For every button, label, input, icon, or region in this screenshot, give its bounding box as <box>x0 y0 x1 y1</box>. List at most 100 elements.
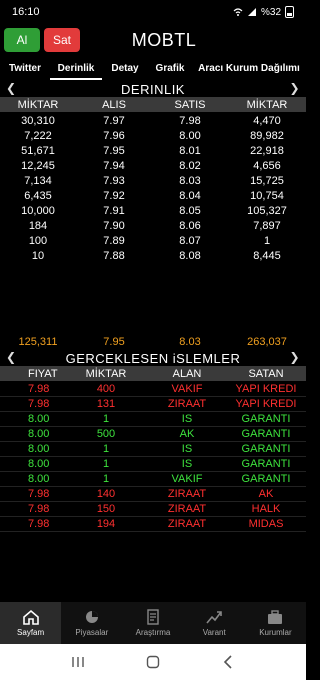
chevron-left-icon[interactable]: ❮ <box>6 81 17 95</box>
depth-row: 7,134 7.93 8.03 15,725 <box>0 173 306 188</box>
depth-cell-bid-price: 7.92 <box>103 189 125 202</box>
depth-cell-bid-qty: 100 <box>28 234 48 247</box>
depth-cell-ask-qty: 1 <box>263 234 271 247</box>
depth-col-bid: ALIS <box>102 98 126 111</box>
system-navigation-bar <box>0 644 306 680</box>
depth-table: 30,310 7.97 7.98 4,470 7,222 7.96 8.00 89,982 51… <box>0 113 306 263</box>
depth-cell-bid-qty: 30,310 <box>21 114 55 127</box>
trade-cell-buyer: VAKIF <box>171 383 203 395</box>
trade-cell-qty: 140 <box>96 488 116 500</box>
battery-text: %32 <box>260 6 281 18</box>
header: Al Sat MOBTL <box>0 26 306 58</box>
nav-piyasalar[interactable]: Piyasalar <box>61 602 122 644</box>
depth-row: 184 7.90 8.06 7,897 <box>0 218 306 233</box>
trade-cell-price: 8.00 <box>28 473 50 485</box>
chevron-right-icon[interactable]: ❯ <box>289 350 300 364</box>
tab-derinlik[interactable]: Derinlik <box>50 60 102 80</box>
depth-cell-ask-price: 8.04 <box>179 189 201 202</box>
depth-cell-ask-qty: 105,327 <box>247 204 287 217</box>
depth-row: 6,435 7.92 8.04 10,754 <box>0 188 306 203</box>
trade-cell-price: 8.00 <box>28 413 50 425</box>
depth-cell-bid-qty: 10 <box>31 249 45 262</box>
home-system-button[interactable] <box>143 654 163 670</box>
trade-cell-qty: 400 <box>96 383 116 395</box>
trade-cell-buyer: ZIRAAT <box>167 518 207 530</box>
trade-cell-seller: GARANTI <box>241 458 291 470</box>
document-icon <box>147 609 159 625</box>
trade-row: 8.00 1 IS GARANTI <box>0 457 306 472</box>
depth-row: 30,310 7.97 7.98 4,470 <box>0 113 306 128</box>
bottom-nav: Sayfam Piyasalar Araştırma Varant Kuruml… <box>0 602 306 644</box>
depth-cell-ask-price: 8.08 <box>179 249 201 262</box>
nav-kurumlar[interactable]: Kurumlar <box>245 602 306 644</box>
depth-section-header: ❮ DERINLIK ❯ <box>0 81 306 97</box>
recent-apps-button[interactable] <box>68 654 88 670</box>
depth-cell-ask-qty: 22,918 <box>250 144 284 157</box>
chevron-right-icon[interactable]: ❯ <box>289 81 300 95</box>
battery-icon <box>285 6 294 18</box>
depth-cell-ask-qty: 10,754 <box>250 189 284 202</box>
depth-col-ask: SATIS <box>174 98 206 111</box>
depth-cell-bid-qty: 12,245 <box>21 159 55 172</box>
chevron-left-icon[interactable]: ❮ <box>6 350 17 364</box>
total-bid-qty: 125,311 <box>18 335 58 348</box>
signal-icon <box>247 8 256 16</box>
trades-col-price: FIYAT <box>28 367 58 380</box>
tab-bar: Twitter Derinlik Detay Grafik Aracı Kuru… <box>0 60 306 80</box>
depth-row: 51,671 7.95 8.01 22,918 <box>0 143 306 158</box>
trades-table: 7.98 400 VAKIF YAPI KREDI 7.98 131 ZIRAAT YAPI … <box>0 382 306 532</box>
tab-grafik[interactable]: Grafik <box>148 60 192 80</box>
depth-cell-ask-qty: 8,445 <box>253 249 281 262</box>
depth-cell-ask-qty: 89,982 <box>250 129 284 142</box>
depth-cell-ask-price: 8.00 <box>179 129 201 142</box>
depth-cell-ask-price: 8.07 <box>179 234 201 247</box>
depth-cell-bid-price: 7.96 <box>103 129 125 142</box>
depth-cell-ask-qty: 4,470 <box>253 114 281 127</box>
depth-row: 10,000 7.91 8.05 105,327 <box>0 203 306 218</box>
nav-sayfam[interactable]: Sayfam <box>0 602 62 644</box>
nav-varant[interactable]: Varant <box>184 602 245 644</box>
trade-row: 7.98 400 VAKIF YAPI KREDI <box>0 382 306 397</box>
status-time: 16:10 <box>12 6 40 18</box>
wifi-icon <box>233 8 243 16</box>
tab-araci-kurum[interactable]: Aracı Kurum Dağılımı <box>192 60 306 80</box>
depth-cell-bid-price: 7.89 <box>103 234 125 247</box>
depth-cell-bid-price: 7.95 <box>103 144 125 157</box>
trade-cell-buyer: IS <box>181 458 193 470</box>
status-icons: %32 <box>233 6 294 18</box>
home-circle-icon <box>146 655 160 669</box>
depth-row: 7,222 7.96 8.00 89,982 <box>0 128 306 143</box>
status-bar: 16:10 %32 <box>0 0 306 24</box>
trade-row: 7.98 194 ZIRAAT MIDAS <box>0 517 306 532</box>
trade-row: 8.00 1 IS GARANTI <box>0 412 306 427</box>
trade-row: 8.00 500 AK GARANTI <box>0 427 306 442</box>
trade-cell-price: 7.98 <box>28 503 50 515</box>
trade-cell-seller: YAPI KREDI <box>235 398 297 410</box>
depth-row: 12,245 7.94 8.02 4,656 <box>0 158 306 173</box>
depth-cell-bid-price: 7.97 <box>103 114 125 127</box>
depth-cell-ask-price: 8.03 <box>179 174 201 187</box>
depth-cell-ask-price: 7.98 <box>179 114 201 127</box>
trade-cell-seller: AK <box>258 488 274 500</box>
trade-cell-qty: 150 <box>96 503 116 515</box>
trade-cell-price: 7.98 <box>28 488 50 500</box>
nav-arastirma[interactable]: Araştırma <box>122 602 183 644</box>
trade-cell-price: 8.00 <box>28 428 50 440</box>
depth-column-headers: MİKTAR ALIS SATIS MİKTAR <box>0 97 306 112</box>
back-button[interactable] <box>218 654 238 670</box>
depth-cell-ask-price: 8.01 <box>179 144 201 157</box>
trade-cell-buyer: VAKIF <box>171 473 203 485</box>
depth-cell-bid-price: 7.94 <box>103 159 125 172</box>
tab-twitter[interactable]: Twitter <box>0 60 50 80</box>
trade-cell-buyer: IS <box>181 443 193 455</box>
trade-cell-seller: MIDAS <box>248 518 284 530</box>
trade-row: 7.98 140 ZIRAAT AK <box>0 487 306 502</box>
depth-title: DERINLIK <box>121 81 185 97</box>
trade-cell-seller: GARANTI <box>241 443 291 455</box>
tab-detay[interactable]: Detay <box>102 60 148 80</box>
trade-cell-price: 8.00 <box>28 443 50 455</box>
trade-cell-buyer: ZIRAAT <box>167 398 207 410</box>
depth-cell-ask-qty: 7,897 <box>253 219 281 232</box>
trade-cell-qty: 194 <box>96 518 116 530</box>
trade-row: 7.98 131 ZIRAAT YAPI KREDI <box>0 397 306 412</box>
